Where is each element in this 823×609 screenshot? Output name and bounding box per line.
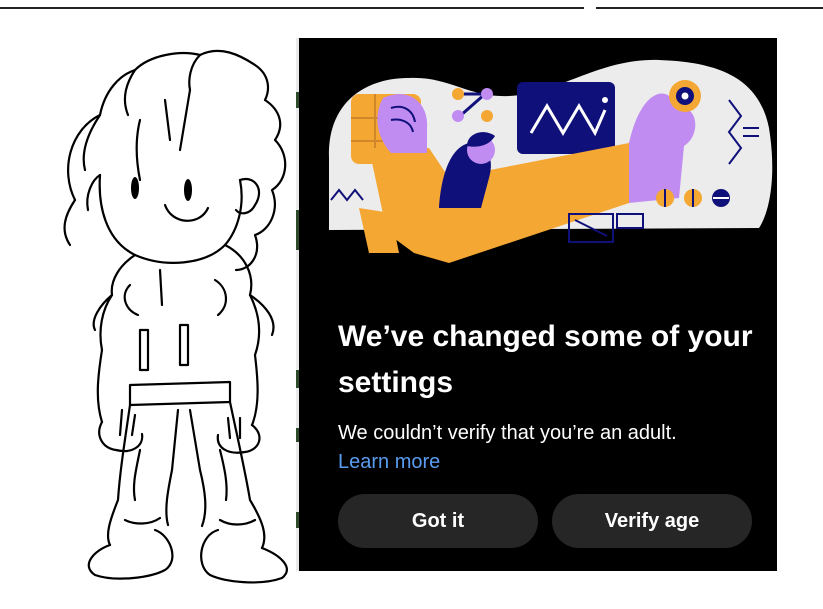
top-border-line	[0, 7, 823, 9]
dialog-title: We’ve changed some of your settings	[338, 320, 753, 399]
dialog-message: We couldn’t verify that you’re an adult.	[338, 422, 677, 444]
top-border-gap	[584, 7, 596, 9]
got-it-button[interactable]: Got it	[338, 494, 538, 548]
learn-more-link[interactable]: Learn more	[338, 449, 440, 476]
verify-age-button[interactable]: Verify age	[552, 494, 752, 548]
settings-changed-dialog: We’ve changed some of your settings We c…	[299, 38, 777, 571]
settings-illustration	[328, 59, 773, 263]
sketch-character-drawing	[63, 49, 288, 584]
